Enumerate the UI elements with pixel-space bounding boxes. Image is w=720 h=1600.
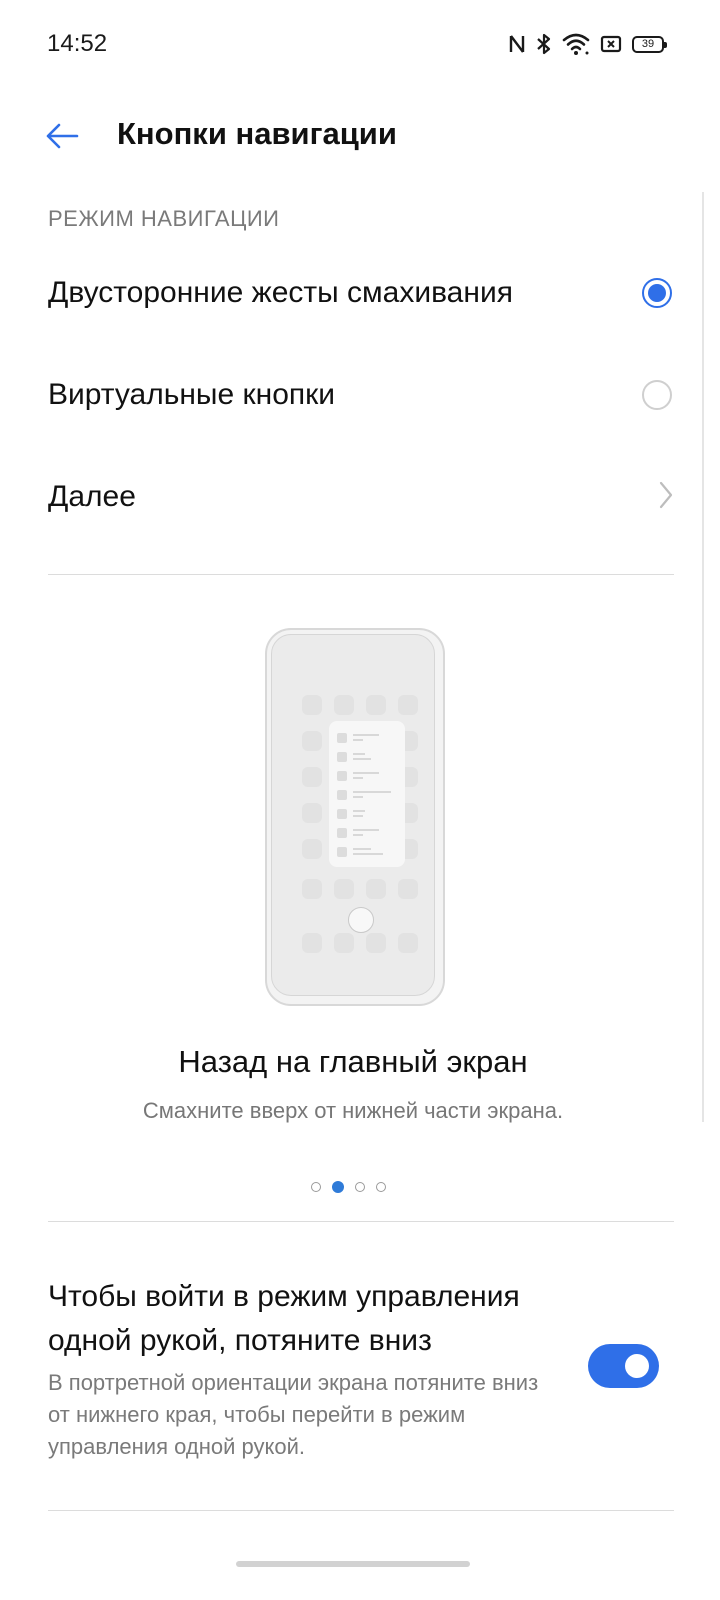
toggle-knob <box>625 1354 649 1378</box>
option-virtual-buttons[interactable]: Виртуальные кнопки <box>48 355 674 435</box>
divider <box>48 574 674 575</box>
more-settings-row[interactable]: Далее <box>48 457 674 537</box>
status-time: 14:52 <box>47 30 108 57</box>
status-icons: 39 <box>508 30 667 58</box>
sim-off-icon <box>600 34 622 54</box>
page-dot-3[interactable] <box>355 1182 365 1192</box>
bluetooth-icon <box>536 32 552 56</box>
page-dot-4[interactable] <box>376 1182 386 1192</box>
one-hand-mode-toggle[interactable] <box>588 1344 659 1388</box>
more-settings-label: Далее <box>48 480 136 513</box>
radio-button-unselected[interactable] <box>642 380 672 410</box>
radio-button-selected[interactable] <box>642 278 672 308</box>
page-indicator <box>311 1181 386 1193</box>
back-button[interactable] <box>40 114 84 158</box>
recent-app-card <box>329 721 405 867</box>
app-header: Кнопки навигации <box>0 100 720 170</box>
scrollbar[interactable] <box>702 192 704 1122</box>
gesture-description: Смахните вверх от нижней части экрана. <box>142 1098 564 1123</box>
battery-icon: 39 <box>632 35 667 53</box>
option-label: Двусторонние жесты смахивания <box>48 276 513 309</box>
gesture-illustration <box>265 628 445 1006</box>
page-dot-1[interactable] <box>311 1182 321 1192</box>
page-title: Кнопки навигации <box>117 116 397 151</box>
gesture-title: Назад на главный экран <box>178 1044 528 1079</box>
status-bar: 14:52 39 <box>0 0 720 90</box>
section-header-navigation-mode: РЕЖИМ НАВИГАЦИИ <box>48 206 280 231</box>
chevron-right-icon <box>658 480 674 515</box>
back-arrow-icon <box>46 123 79 149</box>
option-label: Виртуальные кнопки <box>48 378 336 411</box>
nfc-icon <box>508 33 526 55</box>
home-indicator[interactable] <box>236 1561 470 1567</box>
touch-point-icon <box>348 907 374 933</box>
divider <box>48 1510 674 1511</box>
one-hand-mode-description: В портретной ориентации экрана потяните … <box>48 1370 539 1459</box>
page-dot-2-active[interactable] <box>332 1181 344 1193</box>
phone-screen <box>271 634 435 996</box>
one-hand-mode-title: Чтобы войти в режим управления одной рук… <box>48 1280 520 1357</box>
option-gesture-navigation[interactable]: Двусторонние жесты смахивания <box>48 253 674 333</box>
wifi-icon <box>562 32 590 56</box>
divider <box>48 1221 674 1222</box>
